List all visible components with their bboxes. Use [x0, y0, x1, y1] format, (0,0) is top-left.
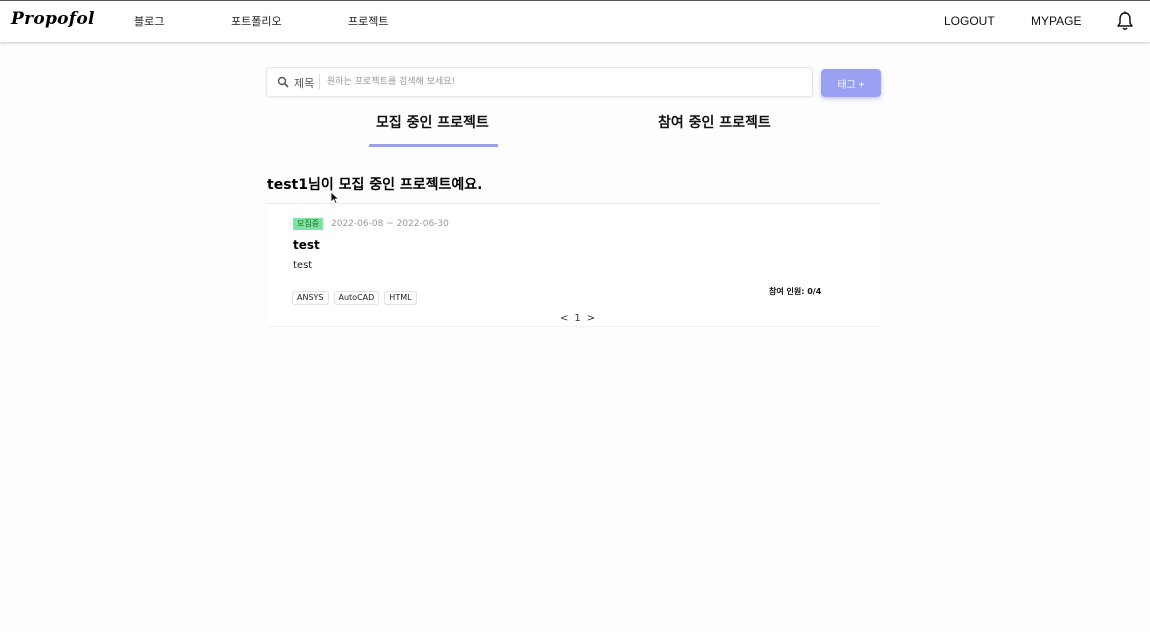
add-tag-button[interactable]: 태그 +	[821, 69, 881, 97]
mouse-cursor-icon	[330, 191, 339, 204]
tab-recruiting[interactable]: 모집 중인 프로젝트	[376, 112, 489, 132]
project-card[interactable]: 모집중 2022-06-08 ~ 2022-06-30 test test AN…	[267, 203, 881, 327]
top-navbar: Propofol 블로그 포트폴리오 프로젝트 LOGOUT MYPAGE	[0, 0, 1150, 42]
project-description: test	[293, 260, 313, 271]
project-period: 2022-06-08 ~ 2022-06-30	[331, 219, 449, 229]
tag-chip[interactable]: ANSYS	[292, 291, 329, 305]
tab-participating[interactable]: 참여 중인 프로젝트	[658, 112, 771, 132]
search-divider	[319, 74, 320, 90]
nav-blog[interactable]: 블로그	[134, 13, 164, 29]
active-tab-indicator	[369, 144, 498, 147]
bell-icon[interactable]	[1116, 11, 1134, 31]
nav-project[interactable]: 프로젝트	[348, 13, 388, 29]
search-category-label[interactable]: 제목	[294, 75, 314, 91]
prev-page-button[interactable]: <	[560, 313, 568, 324]
nav-portfolio[interactable]: 포트폴리오	[231, 13, 282, 29]
page-number[interactable]: 1	[574, 313, 580, 324]
status-badge: 모집중	[293, 218, 324, 230]
next-page-button[interactable]: >	[587, 313, 595, 324]
participant-count: 참여 인원: 0/4	[769, 287, 822, 296]
search-input[interactable]	[327, 72, 797, 92]
logo[interactable]: Propofol	[11, 9, 95, 29]
project-tags: ANSYS AutoCAD HTML	[292, 291, 417, 305]
tag-chip[interactable]: HTML	[384, 291, 417, 305]
logout-link[interactable]: LOGOUT	[944, 14, 995, 28]
search-bar: 제목	[266, 67, 813, 97]
section-title: test1님이 모집 중인 프로젝트예요.	[267, 177, 483, 193]
project-title[interactable]: test	[293, 238, 320, 252]
pagination: < 1 >	[560, 313, 595, 324]
tag-chip[interactable]: AutoCAD	[333, 291, 380, 305]
search-icon	[277, 76, 289, 88]
mypage-link[interactable]: MYPAGE	[1031, 14, 1081, 28]
